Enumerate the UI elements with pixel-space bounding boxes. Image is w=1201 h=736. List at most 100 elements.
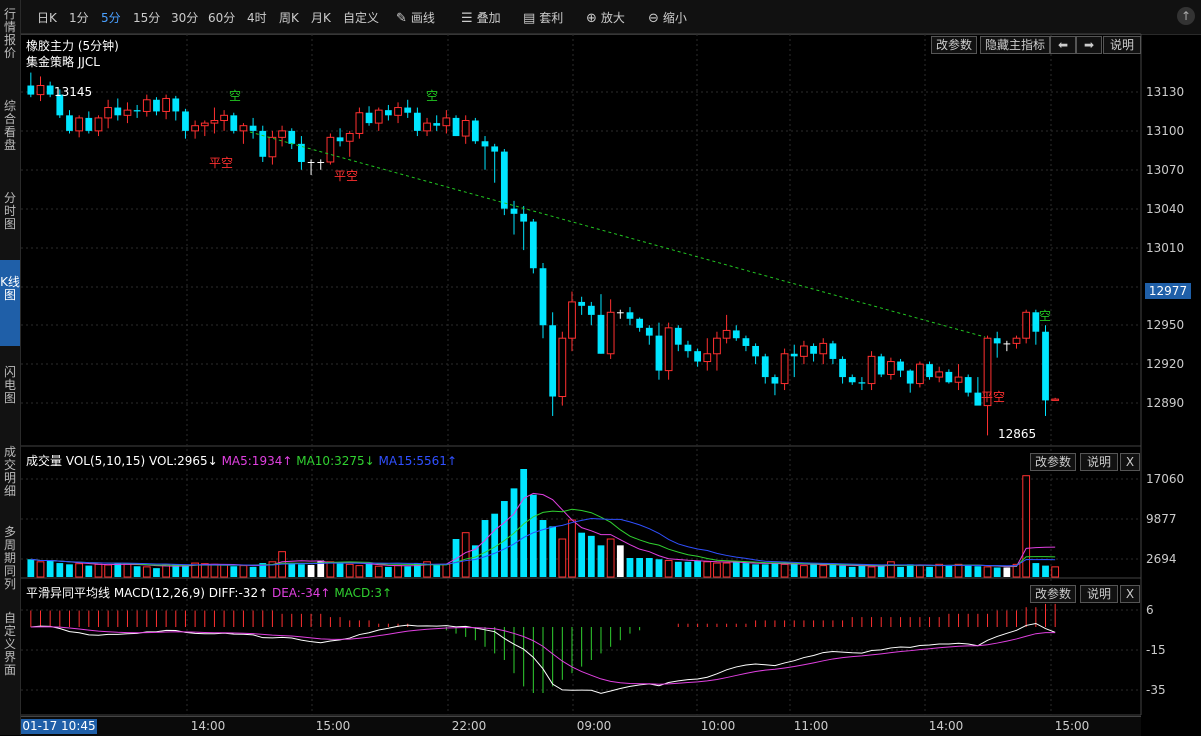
candle-body <box>85 117 93 131</box>
volume-bar <box>355 565 364 578</box>
candle-body <box>259 130 267 157</box>
kline-chart[interactable] <box>0 0 1201 735</box>
macd-tick: 6 <box>1146 603 1154 617</box>
candle-body <box>858 382 866 384</box>
volume-bar <box>1022 475 1031 578</box>
volume-close-icon[interactable]: X <box>1120 453 1140 471</box>
arrow-right-icon[interactable]: ➡ <box>1076 36 1102 54</box>
candle-body <box>674 327 682 345</box>
candle-body <box>355 112 364 134</box>
volume-bar <box>915 565 924 578</box>
volume-params-button[interactable]: 改参数 <box>1030 453 1076 471</box>
signal-close-short: 平空 <box>334 169 359 183</box>
volume-bar <box>578 532 586 577</box>
volume-bar <box>587 535 595 577</box>
main-help-button[interactable]: 说明 <box>1103 36 1141 54</box>
candle-body <box>94 117 103 132</box>
volume-bar <box>742 563 750 577</box>
candle-body <box>133 110 141 112</box>
time-tick: 15:00 <box>1054 719 1090 733</box>
candle-body <box>800 345 808 357</box>
volume-bar <box>819 565 828 578</box>
volume-bar <box>481 520 489 577</box>
volume-bar <box>790 563 798 577</box>
candle-body <box>926 364 933 378</box>
candle-body <box>597 314 605 354</box>
candle-body <box>326 136 335 163</box>
volume-bar <box>694 560 701 577</box>
time-tick: 11:00 <box>793 719 829 733</box>
candle-body <box>945 371 953 383</box>
current-price-tag: 12977 <box>1145 283 1191 299</box>
volume-bar <box>761 564 769 577</box>
candle-body <box>558 337 567 398</box>
volume-bar <box>85 565 93 577</box>
volume-bar <box>722 562 731 578</box>
volume-bar <box>529 494 537 577</box>
volume-bar <box>104 564 113 578</box>
high-price-label: 13145 <box>54 85 93 99</box>
candle-body <box>345 132 354 142</box>
volume-bar <box>897 566 904 577</box>
volume-bar <box>703 561 712 578</box>
arrow-left-icon[interactable]: ⬅ <box>1050 36 1076 54</box>
volume-title: 成交量 VOL(5,10,15) VOL:2965↓ MA5:1934↑ MA1… <box>26 454 457 468</box>
low-price-label: 12865 <box>998 427 1037 441</box>
macd-help-button[interactable]: 说明 <box>1080 585 1118 603</box>
time-tick: 15:00 <box>315 719 351 733</box>
candle-body <box>790 353 798 357</box>
candle-body <box>703 353 712 363</box>
volume-bar <box>752 564 759 577</box>
volume-bar <box>887 561 895 578</box>
volume-bar <box>732 561 740 577</box>
volume-tick: 2694 <box>1146 552 1177 566</box>
volume-bar <box>829 564 837 577</box>
candle-body <box>993 338 1001 344</box>
hide-indicator-button[interactable]: 隐藏主指标 <box>980 36 1050 54</box>
candle-body <box>954 376 963 383</box>
volume-bar <box>307 564 315 577</box>
candle-body <box>520 213 528 222</box>
candle-body <box>75 117 84 132</box>
volume-tick: 9877 <box>1146 512 1177 526</box>
candle-body <box>887 361 895 375</box>
volume-bar <box>133 566 141 577</box>
candle-body <box>220 114 228 122</box>
candle-body <box>1051 398 1060 401</box>
instrument-title: 橡胶主力 (5分钟) <box>26 39 119 53</box>
candle-body <box>239 125 248 132</box>
candle-body <box>404 107 412 113</box>
volume-bar <box>549 526 557 577</box>
volume-bar <box>1003 567 1011 577</box>
volume-bar <box>404 566 412 577</box>
macd-tick: -15 <box>1146 643 1166 657</box>
main-params-button[interactable]: 改参数 <box>931 36 977 54</box>
candle-body <box>481 141 489 147</box>
candle-body <box>374 109 383 124</box>
volume-bars <box>27 469 1060 578</box>
macd-params-button[interactable]: 改参数 <box>1030 585 1076 603</box>
volume-bar <box>935 563 944 578</box>
time-axis: 01-17 10:45 14:00 15:00 22:00 09:00 10:0… <box>21 716 1141 736</box>
candle-body <box>529 221 537 269</box>
grid-lines <box>21 33 1142 716</box>
candle-body <box>935 371 944 378</box>
candle-body <box>442 117 451 127</box>
candle-body <box>867 355 876 385</box>
candle-body <box>46 85 54 95</box>
time-tick: 14:00 <box>190 719 226 733</box>
cursor-time: 01-17 10:45 <box>21 719 97 734</box>
volume-bar <box>239 565 248 578</box>
candle-body <box>655 335 663 371</box>
candle-body <box>1022 311 1031 339</box>
candle-body <box>1003 343 1011 345</box>
macd-close-icon[interactable]: X <box>1120 585 1140 603</box>
volume-bar <box>645 558 653 577</box>
volume-bar <box>298 564 305 577</box>
candle-body <box>839 358 846 378</box>
volume-bar <box>520 469 528 577</box>
volume-help-button[interactable]: 说明 <box>1080 453 1118 471</box>
volume-bar <box>597 545 605 577</box>
candle-body <box>182 111 189 131</box>
candle-body <box>587 305 595 315</box>
